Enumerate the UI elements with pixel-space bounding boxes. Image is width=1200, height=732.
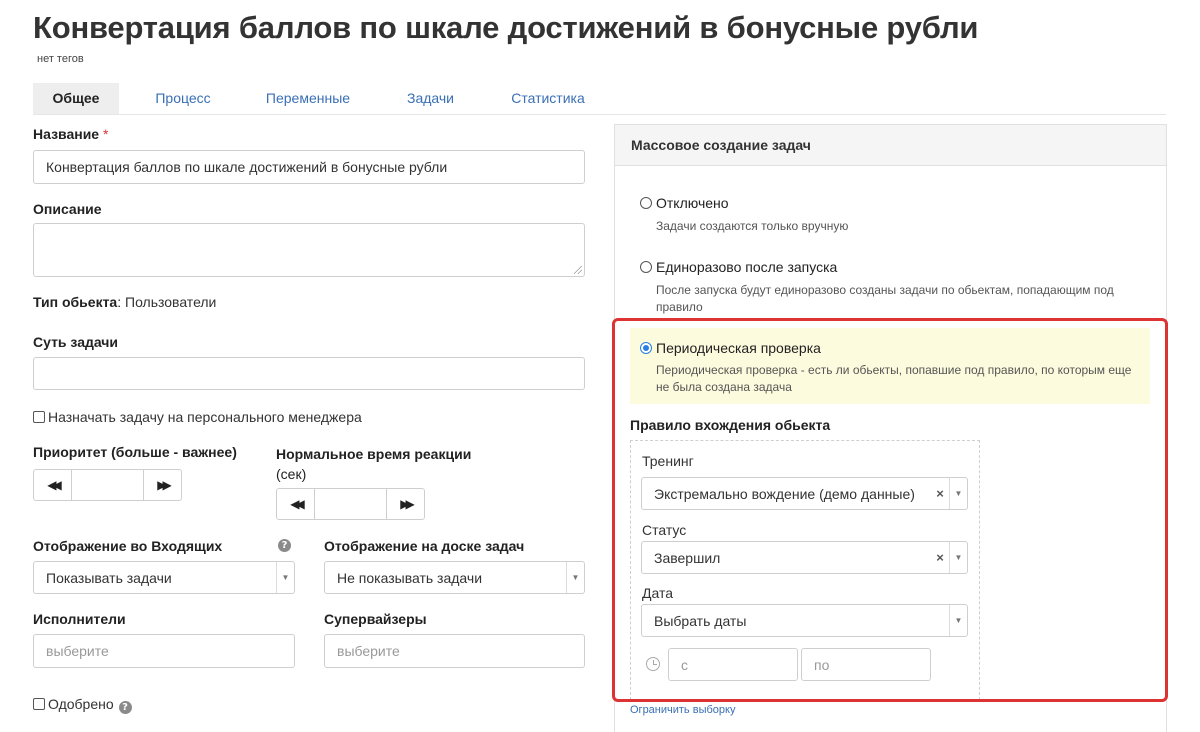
description-label: Описание <box>33 201 102 217</box>
approved-line: Одобрено ? <box>33 696 132 714</box>
object-type-label: Тип обьекта <box>33 294 118 310</box>
assign-manager-checkbox[interactable] <box>33 411 45 423</box>
reaction-value[interactable] <box>315 489 386 519</box>
chevron-down-icon: ▼ <box>949 542 967 573</box>
panel-title: Массовое создание задач <box>615 125 1166 166</box>
tab-process[interactable]: Процесс <box>143 83 223 114</box>
status-value: Завершил <box>654 549 721 566</box>
task-essence-label: Суть задачи <box>33 334 119 350</box>
object-type-value: Пользователи <box>125 294 217 310</box>
tags-label: нет тегов <box>37 53 84 65</box>
date-from-input[interactable]: с <box>668 648 798 681</box>
required-mark: * <box>102 126 109 142</box>
rule-title: Правило вхождения обьекта <box>630 417 831 433</box>
inbox-display-label: Отображение во Входящих <box>33 538 223 554</box>
name-label: Название * <box>33 126 109 142</box>
option-once[interactable]: Единоразово после запуска <box>640 259 837 275</box>
tab-tasks[interactable]: Задачи <box>398 83 463 114</box>
reaction-decrease-button[interactable]: ◀◀ <box>277 489 315 519</box>
chevron-down-icon: ▼ <box>949 605 967 636</box>
help-icon[interactable]: ? <box>118 701 132 714</box>
date-to-input[interactable]: по <box>801 648 931 681</box>
limit-selection-link[interactable]: Ограничить выборку <box>630 704 735 716</box>
clear-icon[interactable]: × <box>931 486 949 501</box>
chevron-down-icon: ▼ <box>566 562 584 593</box>
name-input-value: Конвертация баллов по шкале достижений в… <box>46 159 448 175</box>
radio-periodic[interactable] <box>640 342 652 354</box>
board-display-value: Не показывать задачи <box>337 569 483 586</box>
inbox-display-value: Показывать задачи <box>46 569 172 586</box>
option-disabled[interactable]: Отключено <box>640 195 729 211</box>
reaction-time-label: Нормальное время реакции (сек) <box>276 446 472 482</box>
description-textarea[interactable] <box>33 223 585 277</box>
object-type-line: Тип обьекта: Пользователи <box>33 294 217 310</box>
tab-statistics[interactable]: Статистика <box>503 83 593 114</box>
priority-increase-button[interactable]: ▶▶ <box>143 470 181 500</box>
radio-disabled[interactable] <box>640 197 652 209</box>
task-essence-input[interactable] <box>33 357 585 390</box>
option-periodic-hint: Периодическая проверка - есть ли обьекты… <box>656 363 1132 394</box>
supervisors-input[interactable]: выберите <box>324 634 585 668</box>
tab-general[interactable]: Общее <box>33 83 119 114</box>
tab-bar: Общее Процесс Переменные Задачи Статисти… <box>33 83 1166 115</box>
date-value: Выбрать даты <box>654 612 747 629</box>
chevron-down-icon: ▼ <box>949 478 967 509</box>
date-label: Дата <box>642 585 674 601</box>
training-value: Экстремально вождение (демо данные) <box>654 485 915 502</box>
assign-manager-line: Назначать задачу на персонального менедж… <box>33 409 362 425</box>
reaction-increase-button[interactable]: ▶▶ <box>386 489 424 519</box>
priority-label: Приоритет (больше - важнее) <box>33 444 237 460</box>
status-label: Статус <box>642 522 687 538</box>
chevron-down-icon: ▼ <box>276 562 294 593</box>
radio-once[interactable] <box>640 261 652 273</box>
priority-decrease-button[interactable]: ◀◀ <box>34 470 72 500</box>
supervisors-label: Супервайзеры <box>324 611 427 627</box>
option-periodic[interactable]: Периодическая проверка <box>640 340 821 356</box>
board-display-label: Отображение на доске задач <box>324 538 525 554</box>
priority-value[interactable] <box>72 470 143 500</box>
training-label: Тренинг <box>642 453 694 469</box>
priority-stepper[interactable]: ◀◀ ▶▶ <box>33 469 182 501</box>
tab-variables[interactable]: Переменные <box>258 83 358 114</box>
date-select[interactable]: Выбрать даты ▼ <box>641 604 968 637</box>
option-once-hint: После запуска будут единоразово созданы … <box>656 283 1114 314</box>
status-select[interactable]: Завершил × ▼ <box>641 541 968 574</box>
page-title: Конвертация баллов по шкале достижений в… <box>33 10 979 45</box>
reaction-time-stepper[interactable]: ◀◀ ▶▶ <box>276 488 425 520</box>
help-icon[interactable]: ? <box>278 539 291 552</box>
resize-grip-icon[interactable] <box>574 266 582 274</box>
name-input[interactable]: Конвертация баллов по шкале достижений в… <box>33 150 585 184</box>
clock-icon <box>646 657 660 671</box>
executors-input[interactable]: выберите <box>33 634 295 668</box>
training-select[interactable]: Экстремально вождение (демо данные) × ▼ <box>641 477 968 510</box>
executors-label: Исполнители <box>33 611 126 627</box>
option-disabled-hint: Задачи создаются только вручную <box>656 219 849 233</box>
board-display-select[interactable]: Не показывать задачи ▼ <box>324 561 585 594</box>
clear-icon[interactable]: × <box>931 550 949 565</box>
inbox-display-select[interactable]: Показывать задачи ▼ <box>33 561 295 594</box>
approved-checkbox[interactable] <box>33 698 45 710</box>
